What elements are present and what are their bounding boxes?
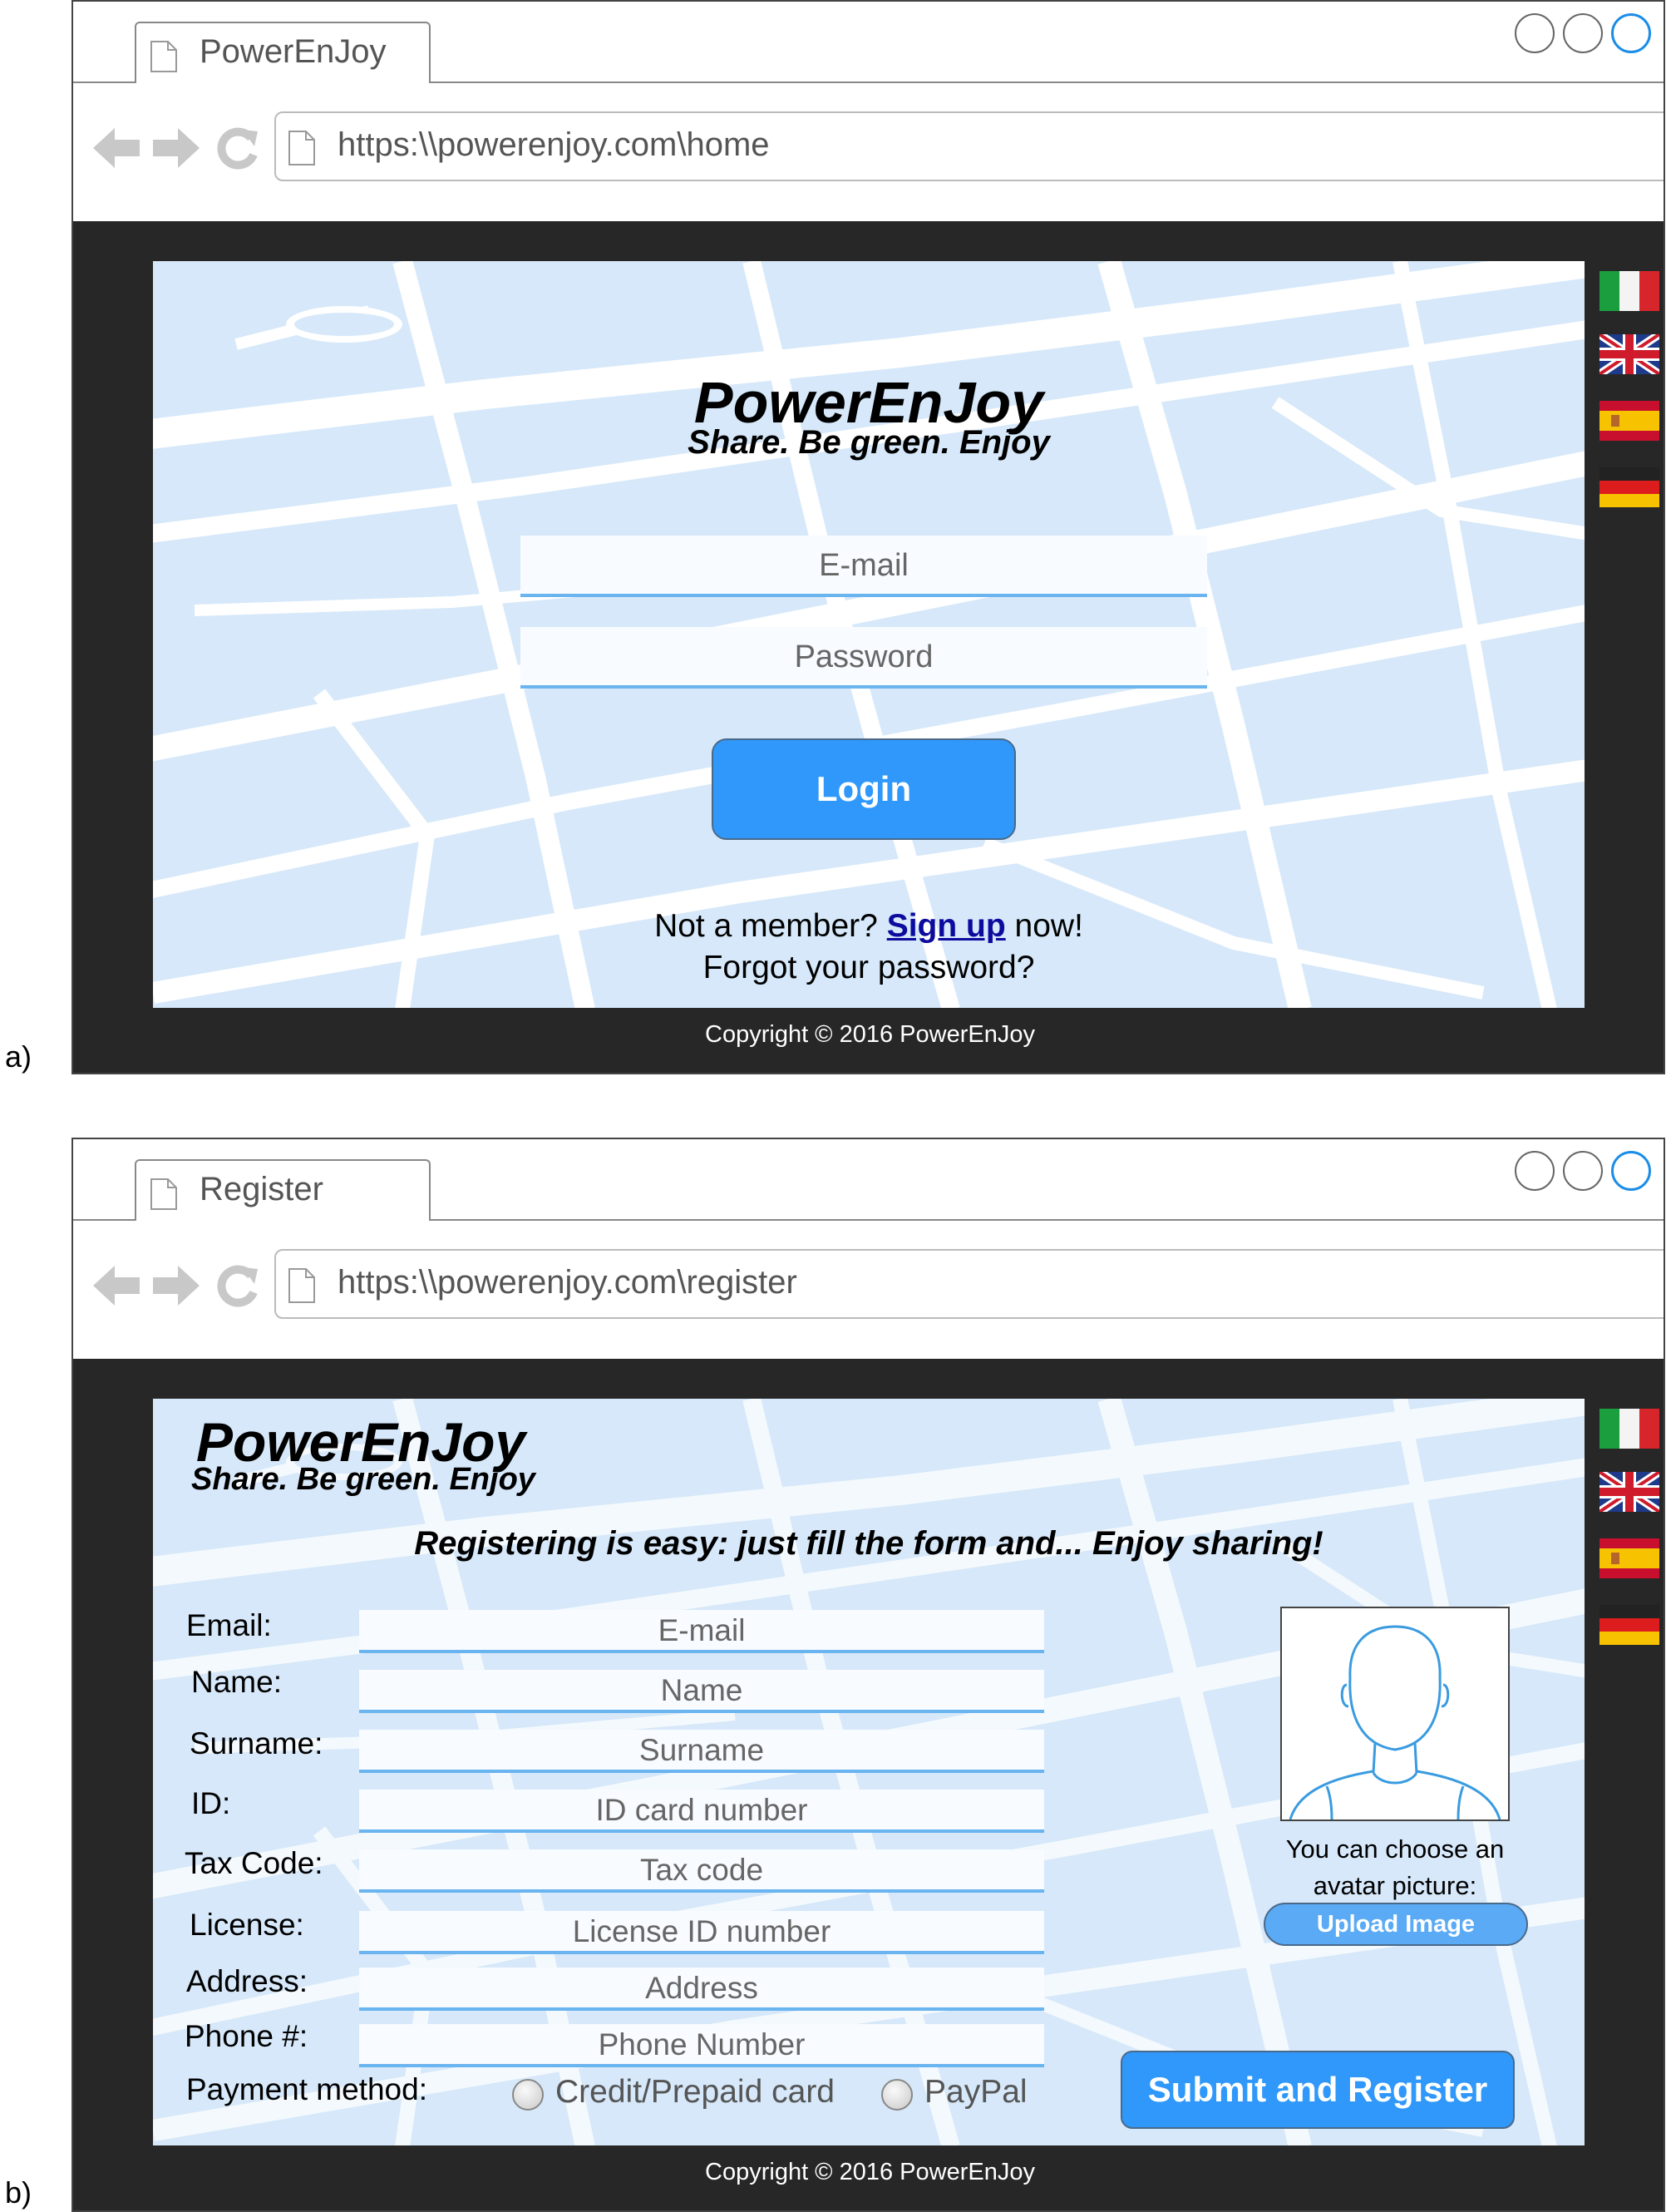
page-viewport: PowerEnJoy Share. Be green. Enjoy E-mail… <box>73 221 1664 1073</box>
signup-line: Not a member? Sign up now! <box>153 908 1585 945</box>
now-text: now! <box>1014 908 1083 944</box>
spanish-flag-icon[interactable] <box>1599 401 1659 441</box>
brand-tagline: Share. Be green. Enjoy <box>191 1462 535 1497</box>
credit-card-radio[interactable] <box>512 2079 544 2111</box>
paypal-option-label[interactable]: PayPal <box>924 2074 1028 2111</box>
id-card-input[interactable]: ID card number <box>359 1790 1044 1833</box>
minimize-button[interactable] <box>1515 13 1555 53</box>
browser-tab[interactable]: Register <box>135 1159 431 1221</box>
license-label: License: <box>190 1908 304 1942</box>
back-arrow-icon[interactable] <box>93 126 140 170</box>
url-text: https:\\powerenjoy.com\home <box>338 126 770 163</box>
address-bar[interactable]: https:\\powerenjoy.com\home <box>274 111 1664 181</box>
close-button[interactable] <box>1611 1151 1651 1191</box>
uk-flag-icon[interactable] <box>1599 334 1659 374</box>
address-label: Address: <box>186 1964 308 1998</box>
german-flag-icon[interactable] <box>1599 467 1659 507</box>
login-button[interactable]: Login <box>712 738 1016 840</box>
phone-input[interactable]: Phone Number <box>359 2024 1044 2067</box>
maximize-button[interactable] <box>1563 13 1603 53</box>
upload-image-button[interactable]: Upload Image <box>1264 1903 1528 1946</box>
browser-window-login: PowerEnJoy https:\\powerenjoy.com\home P… <box>71 0 1665 1074</box>
password-input[interactable]: Password <box>520 627 1207 689</box>
german-flag-icon[interactable] <box>1599 1605 1659 1645</box>
uk-flag-icon[interactable] <box>1599 1472 1659 1512</box>
id-label: ID: <box>191 1786 231 1820</box>
italian-flag-icon[interactable] <box>1599 1409 1659 1449</box>
credit-card-option-label[interactable]: Credit/Prepaid card <box>555 2074 835 2111</box>
page-icon <box>288 131 315 165</box>
minimize-button[interactable] <box>1515 1151 1555 1191</box>
page-icon <box>150 1178 177 1210</box>
close-button[interactable] <box>1611 13 1651 53</box>
not-member-text: Not a member? <box>654 908 878 944</box>
reload-icon[interactable] <box>214 1264 259 1309</box>
tab-strip-line <box>73 1219 135 1221</box>
tab-title: PowerEnJoy <box>200 33 387 70</box>
spanish-flag-icon[interactable] <box>1599 1538 1659 1578</box>
email-label: Email: <box>186 1608 272 1642</box>
brand-tagline: Share. Be green. Enjoy <box>688 424 1050 461</box>
license-input[interactable]: License ID number <box>359 1911 1044 1954</box>
forgot-password-link[interactable]: Forgot your password? <box>153 950 1585 986</box>
tax-code-input[interactable]: Tax code <box>359 1849 1044 1893</box>
name-input[interactable]: Name <box>359 1670 1044 1713</box>
copyright-footer: Copyright © 2016 PowerEnJoy <box>705 2159 1035 2185</box>
panel-a-label: a) <box>5 1039 32 1074</box>
registration-headline: Registering is easy: just fill the form … <box>414 1525 1323 1562</box>
phone-label: Phone #: <box>185 2019 308 2053</box>
tax-code-label: Tax Code: <box>185 1846 323 1880</box>
address-input[interactable]: Address <box>359 1968 1044 2011</box>
surname-input[interactable]: Surname <box>359 1730 1044 1773</box>
tab-strip-line <box>73 81 135 83</box>
avatar-placeholder-icon <box>1289 1625 1501 1819</box>
back-arrow-icon[interactable] <box>93 1264 140 1307</box>
maximize-button[interactable] <box>1563 1151 1603 1191</box>
tab-strip-line <box>427 1219 1664 1221</box>
payment-method-label: Payment method: <box>186 2072 427 2106</box>
address-bar[interactable]: https:\\powerenjoy.com\register <box>274 1249 1664 1319</box>
login-page: PowerEnJoy Share. Be green. Enjoy E-mail… <box>153 261 1585 1008</box>
page-viewport: PowerEnJoy Share. Be green. Enjoy Regist… <box>73 1359 1664 2210</box>
forward-arrow-icon[interactable] <box>153 126 200 170</box>
avatar-caption: You can choose an avatar picture: <box>1234 1831 1556 1904</box>
browser-window-register: Register https:\\powerenjoy.com\register… <box>71 1138 1665 2212</box>
email-input[interactable]: E-mail <box>520 536 1207 597</box>
italian-flag-icon[interactable] <box>1599 271 1659 311</box>
sign-up-link[interactable]: Sign up <box>887 908 1006 944</box>
avatar-caption-line-2: avatar picture: <box>1313 1871 1477 1900</box>
submit-register-button[interactable]: Submit and Register <box>1121 2051 1515 2129</box>
name-label: Name: <box>191 1665 282 1699</box>
tab-strip-line <box>427 81 1664 83</box>
forward-arrow-icon[interactable] <box>153 1264 200 1307</box>
browser-tab[interactable]: PowerEnJoy <box>135 22 431 83</box>
page-icon <box>288 1268 315 1303</box>
avatar-caption-line-1: You can choose an <box>1285 1834 1505 1864</box>
avatar-frame <box>1280 1607 1510 1821</box>
surname-label: Surname: <box>190 1726 323 1760</box>
register-page: PowerEnJoy Share. Be green. Enjoy Regist… <box>153 1399 1585 2145</box>
email-input[interactable]: E-mail <box>359 1610 1044 1653</box>
paypal-radio[interactable] <box>881 2079 913 2111</box>
copyright-footer: Copyright © 2016 PowerEnJoy <box>705 1021 1035 1048</box>
reload-icon[interactable] <box>214 126 259 171</box>
panel-b-label: b) <box>5 2175 32 2210</box>
page-icon <box>150 41 177 72</box>
tab-title: Register <box>200 1171 323 1207</box>
url-text: https:\\powerenjoy.com\register <box>338 1264 797 1301</box>
